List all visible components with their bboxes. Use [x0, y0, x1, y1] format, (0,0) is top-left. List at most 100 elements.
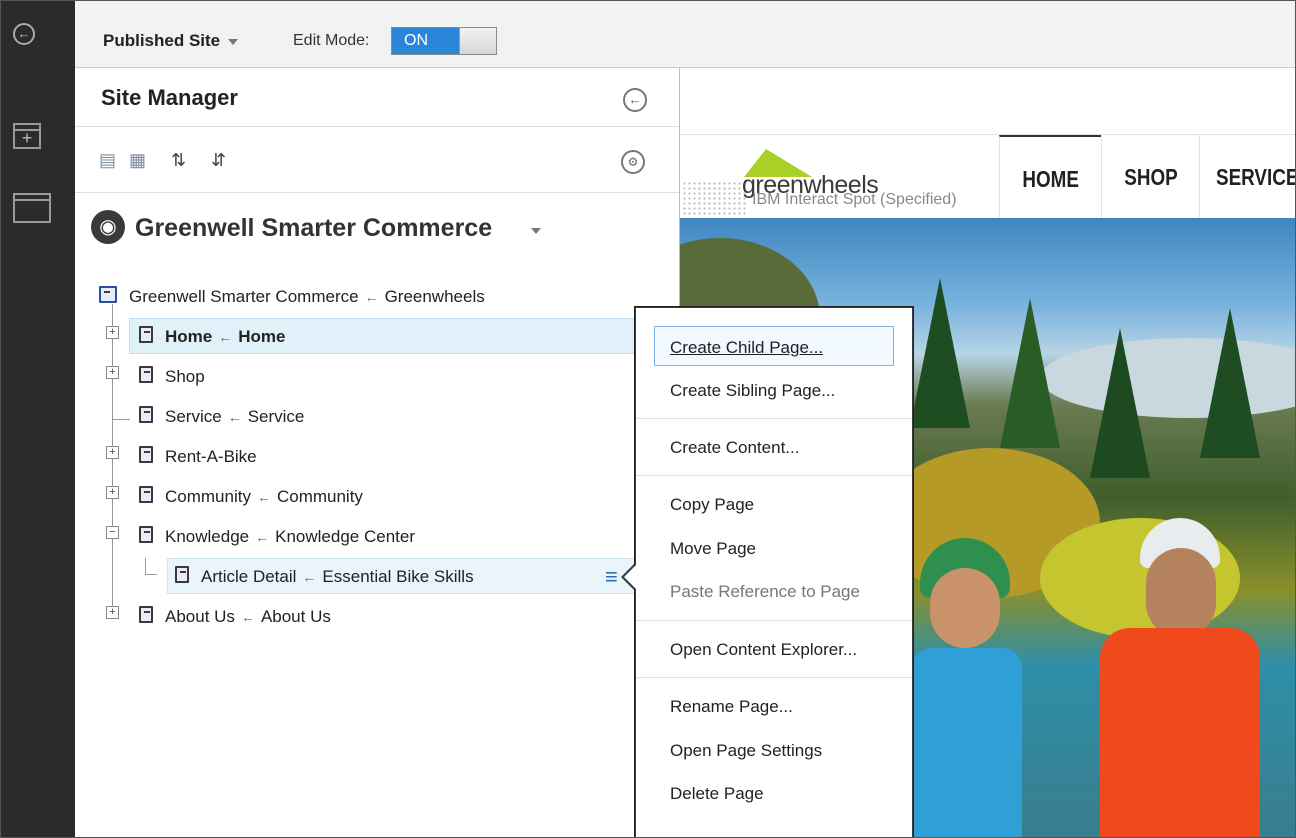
- expand-icon[interactable]: +: [106, 446, 119, 459]
- mapping-arrow-icon: ←: [240, 609, 255, 625]
- tree-item-label: Community: [165, 487, 251, 506]
- tree-item-rent-a-bike[interactable]: + Rent-A-Bike: [75, 438, 679, 474]
- menu-copy-page[interactable]: Copy Page: [670, 495, 754, 515]
- site-manager-panel: Site Manager ← ▤ ▦ ⇅ ⇵ ⚙ ◉ Greenwell Sma…: [75, 68, 689, 837]
- page-icon: [139, 326, 153, 343]
- dot-pattern: [682, 181, 748, 215]
- tree-item-mapped: Knowledge Center: [275, 527, 415, 546]
- expand-icon[interactable]: +: [106, 606, 119, 619]
- toggle-knob[interactable]: [459, 28, 496, 54]
- mapping-arrow-icon: ←: [218, 329, 233, 345]
- menu-open-content-explorer[interactable]: Open Content Explorer...: [670, 640, 857, 660]
- page-icon: [175, 566, 189, 583]
- tree-item-about-us[interactable]: + About Us ← About Us: [75, 598, 679, 634]
- menu-move-page[interactable]: Move Page: [670, 539, 756, 559]
- site-selector[interactable]: Published Site: [103, 31, 239, 51]
- nav-shop[interactable]: SHOP: [1101, 135, 1200, 219]
- tree-item-service[interactable]: Service ← Service: [75, 398, 679, 434]
- chevron-down-icon: [228, 38, 239, 45]
- page-icon: [139, 366, 153, 383]
- tree-shape: [1200, 308, 1260, 458]
- tree-shape: [1090, 328, 1150, 478]
- menu-rename-page[interactable]: Rename Page...: [670, 697, 793, 717]
- add-page-icon[interactable]: +: [13, 123, 41, 149]
- menu-delete-page[interactable]: Delete Page: [670, 784, 764, 804]
- mapping-arrow-icon: ←: [255, 529, 270, 545]
- divider: [75, 192, 679, 193]
- tree-item-community[interactable]: + Community ← Community: [75, 478, 679, 514]
- expand-icon[interactable]: +: [106, 366, 119, 379]
- tree-item-label: About Us: [165, 607, 235, 626]
- site-header: greenwheels IBM Interact Spot (Specified…: [680, 134, 1295, 221]
- page-icon: [139, 446, 153, 463]
- mapping-arrow-icon: ←: [302, 569, 317, 585]
- menu-create-content[interactable]: Create Content...: [670, 438, 799, 458]
- tree-item-knowledge[interactable]: − Knowledge ← Knowledge Center: [75, 518, 679, 554]
- site-icon: [99, 286, 117, 303]
- mapping-arrow-icon: ←: [256, 489, 271, 505]
- tree-item-mapped: Community: [276, 487, 363, 506]
- edit-mode-toggle[interactable]: ON: [391, 27, 497, 55]
- tree-item-home[interactable]: + Home ← Home: [75, 318, 689, 354]
- face-shape: [1146, 548, 1216, 638]
- page-icon: [139, 406, 153, 423]
- menu-pointer-inner: [624, 565, 636, 589]
- menu-divider: [636, 475, 912, 476]
- collapse-icon[interactable]: −: [106, 526, 119, 539]
- tree-view-icon[interactable]: ▤: [99, 150, 116, 171]
- root-mapped: Greenwheels: [384, 287, 485, 306]
- tree-item-label: Knowledge: [165, 527, 250, 546]
- top-bar: Published Site Edit Mode: ON: [75, 1, 1295, 68]
- tree-item-mapped: About Us: [260, 607, 331, 626]
- left-rail: ← +: [1, 1, 75, 837]
- page-menu-icon[interactable]: ≡: [605, 564, 618, 590]
- tree-root[interactable]: Greenwell Smarter Commerce ← Greenwheels: [75, 278, 679, 314]
- menu-create-sibling-page[interactable]: Create Sibling Page...: [670, 381, 835, 401]
- collapse-panel-icon[interactable]: ←: [623, 88, 647, 112]
- globe-icon: ◉: [91, 210, 125, 244]
- root-label: Greenwell Smarter Commerce: [129, 287, 359, 306]
- expand-icon[interactable]: +: [106, 486, 119, 499]
- page-icon: [139, 526, 153, 543]
- divider: [75, 126, 679, 127]
- tree-item-label: Article Detail: [201, 567, 297, 586]
- menu-paste-reference: Paste Reference to Page: [670, 582, 860, 601]
- page-edit-icon[interactable]: ▦: [129, 150, 146, 171]
- move-up-icon[interactable]: ⇅: [171, 150, 186, 171]
- tree-item-label: Service: [165, 407, 222, 426]
- mapping-arrow-icon: ←: [364, 289, 379, 305]
- menu-divider: [636, 418, 912, 419]
- tree-item-mapped: Essential Bike Skills: [322, 567, 474, 586]
- settings-icon[interactable]: ⚙: [621, 150, 645, 174]
- menu-create-child-page[interactable]: Create Child Page...: [670, 338, 823, 358]
- nav-service[interactable]: SERVICE: [1199, 135, 1295, 219]
- page-icon: [139, 606, 153, 623]
- page-context-menu: Create Child Page... Create Sibling Page…: [635, 307, 913, 837]
- chevron-down-icon[interactable]: [531, 228, 541, 234]
- toggle-on-label: ON: [392, 28, 462, 54]
- menu-open-page-settings[interactable]: Open Page Settings: [670, 741, 822, 761]
- tree-item-mapped: Home: [238, 327, 286, 346]
- rider-shirt: [912, 648, 1022, 837]
- tree-shape: [1000, 298, 1060, 448]
- tree-item-label: Home: [165, 327, 213, 346]
- edit-mode-label: Edit Mode:: [293, 32, 370, 49]
- nav-home[interactable]: HOME: [999, 135, 1102, 221]
- tree-shape: [910, 278, 970, 428]
- face-shape: [930, 568, 1000, 648]
- back-icon[interactable]: ←: [13, 23, 35, 45]
- move-down-icon[interactable]: ⇵: [211, 150, 226, 171]
- tree-item-label: Rent-A-Bike: [165, 447, 257, 466]
- app-window: ← + Published Site Edit Mode: ON Site Ma…: [0, 0, 1296, 838]
- tree-item-label: Shop: [165, 367, 205, 386]
- tree-item-mapped: Service: [247, 407, 305, 426]
- tree-item-shop[interactable]: + Shop: [75, 358, 679, 394]
- site-title: Greenwell Smarter Commerce: [135, 214, 493, 242]
- window-icon[interactable]: [13, 193, 51, 223]
- site-selector-label: Published Site: [103, 31, 221, 50]
- menu-divider: [636, 677, 912, 678]
- panel-title: Site Manager: [101, 85, 238, 110]
- tree-item-article-detail[interactable]: Article Detail ← Essential Bike Skills ≡: [75, 558, 679, 594]
- mapping-arrow-icon: ←: [227, 409, 242, 425]
- expand-icon[interactable]: +: [106, 326, 119, 339]
